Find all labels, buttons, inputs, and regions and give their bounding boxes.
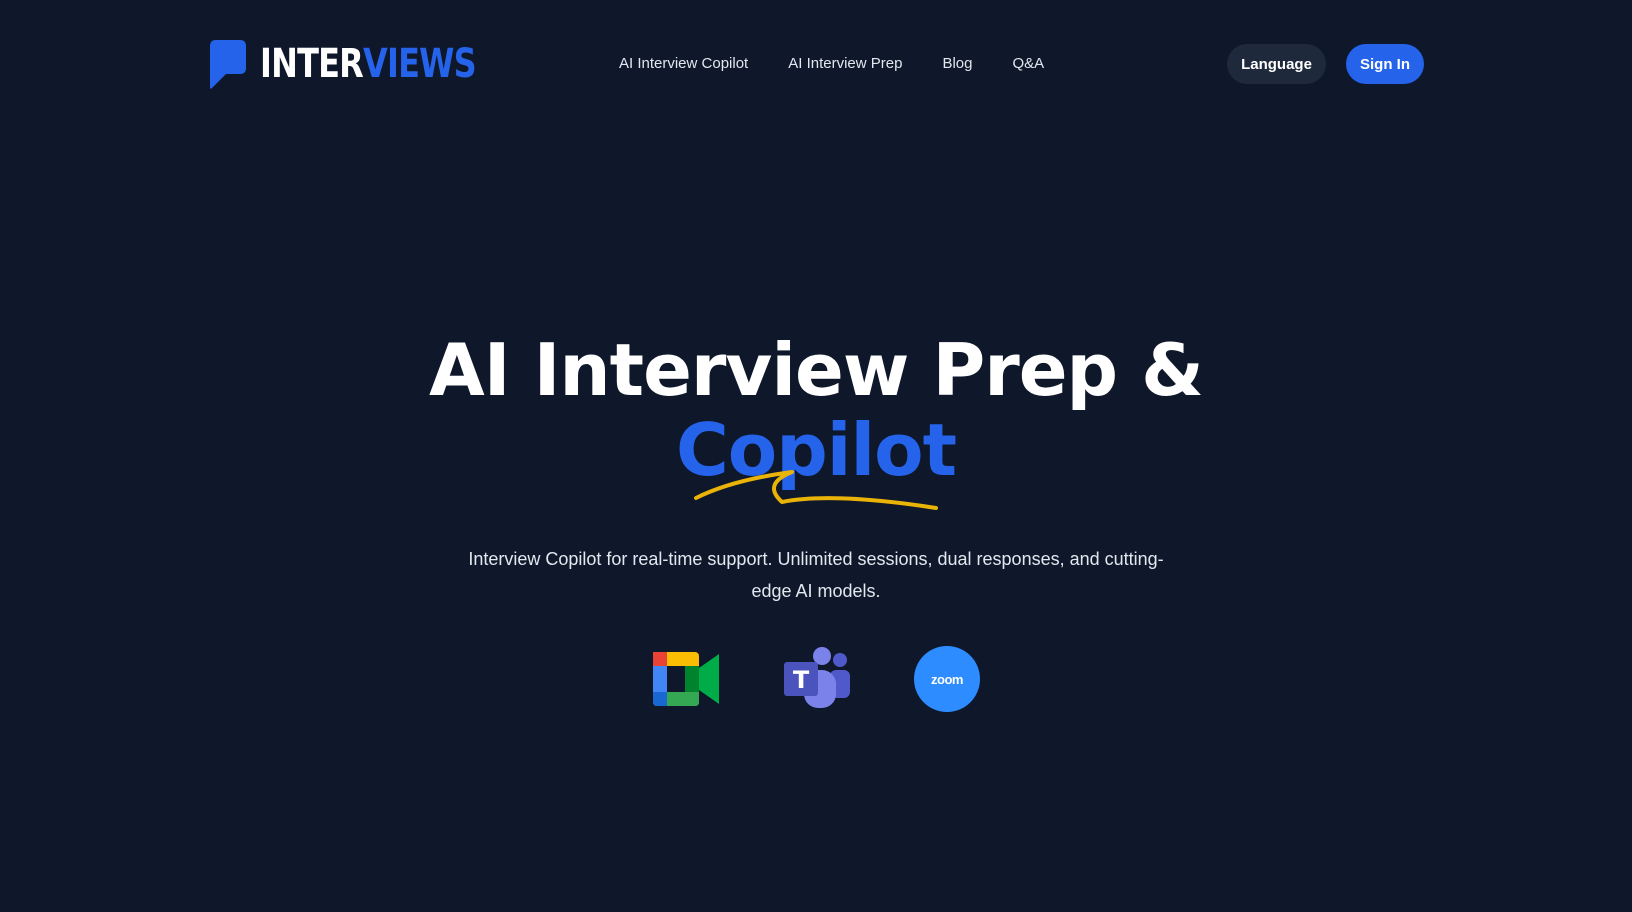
hero-title-line1: AI Interview Prep &	[429, 328, 1204, 412]
site-header: INTER VIEWS AI Interview Copilot AI Inter…	[0, 0, 1632, 130]
nav-blog[interactable]: Blog	[942, 52, 972, 76]
speech-bubble-icon	[210, 40, 246, 89]
main-nav: AI Interview Copilot AI Interview Prep B…	[619, 52, 1044, 76]
language-button[interactable]: Language	[1227, 44, 1326, 84]
logo[interactable]: INTER VIEWS	[208, 38, 530, 90]
underline-scribble	[694, 470, 938, 510]
logo-wordmark: INTER VIEWS	[260, 41, 477, 87]
zoom-label: zoom	[914, 646, 980, 712]
platform-icons: T zoom	[0, 646, 1632, 712]
microsoft-teams-icon: T	[782, 646, 852, 712]
nav-qa[interactable]: Q&A	[1012, 52, 1044, 76]
nav-ai-interview-prep[interactable]: AI Interview Prep	[788, 52, 902, 76]
svg-text:T: T	[793, 666, 810, 694]
sign-in-button[interactable]: Sign In	[1346, 44, 1424, 84]
logo-text-views: VIEWS	[363, 41, 477, 87]
landing-page: INTER VIEWS AI Interview Copilot AI Inter…	[0, 0, 1632, 912]
zoom-icon: zoom	[914, 646, 984, 712]
google-meet-icon	[651, 646, 721, 712]
nav-ai-interview-copilot[interactable]: AI Interview Copilot	[619, 52, 748, 76]
logo-text-inter: INTER	[260, 41, 364, 87]
hero-subtitle: Interview Copilot for real-time support.…	[468, 549, 1164, 601]
